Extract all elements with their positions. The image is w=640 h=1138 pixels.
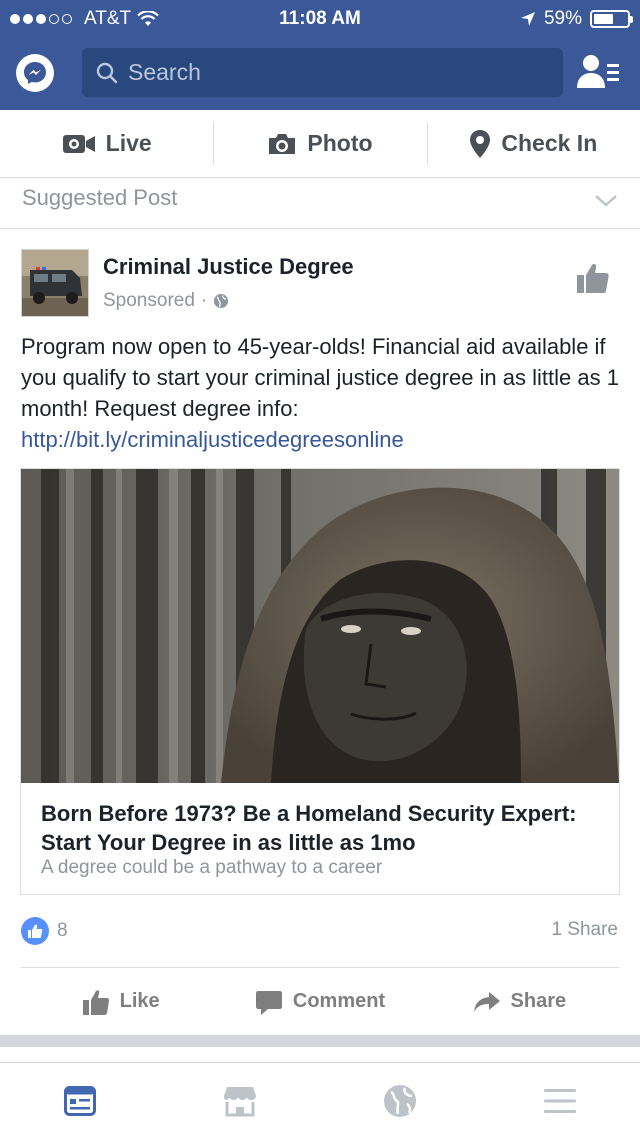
reaction-summary[interactable]: 8 [21, 917, 68, 945]
sponsored-row: Sponsored · [103, 290, 229, 312]
sponsored-label: Sponsored [103, 290, 195, 311]
post-message: Program now open to 45-year-olds! Financ… [21, 334, 619, 421]
composer-bar: Live Photo Check In [0, 110, 640, 178]
page-name-link[interactable]: Criminal Justice Degree [103, 254, 354, 280]
comment-button[interactable]: Comment [220, 968, 419, 1035]
top-bar: AT&T 11:08 AM 59% Search [0, 0, 640, 110]
share-label: Share [510, 990, 567, 1012]
battery-icon [590, 10, 633, 28]
tab-menu[interactable] [480, 1063, 640, 1138]
live-label: Live [105, 130, 152, 156]
like-label: Like [119, 990, 160, 1012]
status-bar: AT&T 11:08 AM 59% [0, 0, 640, 38]
location-pin-icon [470, 129, 491, 158]
news-feed-icon [64, 1085, 96, 1116]
friend-requests-icon[interactable] [576, 52, 620, 92]
bottom-tab-bar [0, 1062, 640, 1138]
like-reaction-icon [21, 917, 49, 945]
location-arrow-icon [520, 12, 535, 26]
battery-fill [594, 14, 613, 24]
link-headline[interactable]: Born Before 1973? Be a Homeland Security… [41, 799, 601, 857]
tab-marketplace[interactable] [160, 1063, 320, 1138]
link-preview-card[interactable]: Born Before 1973? Be a Homeland Security… [20, 468, 620, 895]
like-page-icon[interactable] [576, 261, 610, 295]
menu-icon [544, 1088, 576, 1113]
post-action-bar: Like Comment Share [21, 967, 619, 1035]
tab-notifications[interactable] [320, 1063, 480, 1138]
marketplace-icon [224, 1086, 256, 1116]
messenger-icon[interactable] [16, 54, 54, 92]
link-preview-image[interactable] [21, 469, 619, 783]
globe-icon [214, 294, 229, 308]
post-body: Program now open to 45-year-olds! Financ… [21, 331, 621, 455]
chevron-down-icon[interactable] [594, 193, 618, 209]
suggested-post-label: Suggested Post [22, 185, 178, 210]
share-arrow-icon [473, 991, 500, 1012]
page-avatar[interactable] [21, 249, 89, 317]
check-in-label: Check In [501, 130, 598, 156]
suggested-post-header: Suggested Post [0, 179, 640, 229]
check-in-button[interactable]: Check In [426, 110, 640, 177]
thumbs-up-icon [82, 989, 109, 1015]
globe-icon [384, 1084, 416, 1117]
post-link[interactable]: http://bit.ly/criminaljusticedegreesonli… [21, 424, 621, 455]
search-icon [96, 62, 118, 83]
share-count[interactable]: 1 Share [551, 919, 618, 941]
battery-percent: 59% [543, 8, 582, 29]
camera-icon [269, 133, 296, 154]
live-button[interactable]: Live [0, 110, 213, 177]
like-count: 8 [57, 920, 68, 941]
search-placeholder: Search [128, 59, 201, 85]
photo-button[interactable]: Photo [213, 110, 426, 177]
comment-icon [255, 990, 282, 1015]
search-input[interactable]: Search [82, 48, 563, 97]
separator-dot: · [200, 290, 208, 311]
comment-label: Comment [292, 990, 386, 1012]
link-description: A degree could be a pathway to a career [41, 857, 383, 878]
tab-news-feed[interactable] [0, 1063, 160, 1138]
photo-label: Photo [307, 130, 373, 156]
status-right: 59% [520, 8, 633, 30]
like-button[interactable]: Like [21, 968, 220, 1035]
share-button[interactable]: Share [420, 968, 619, 1035]
video-camera-icon [62, 134, 95, 153]
feed-divider [0, 1035, 640, 1047]
